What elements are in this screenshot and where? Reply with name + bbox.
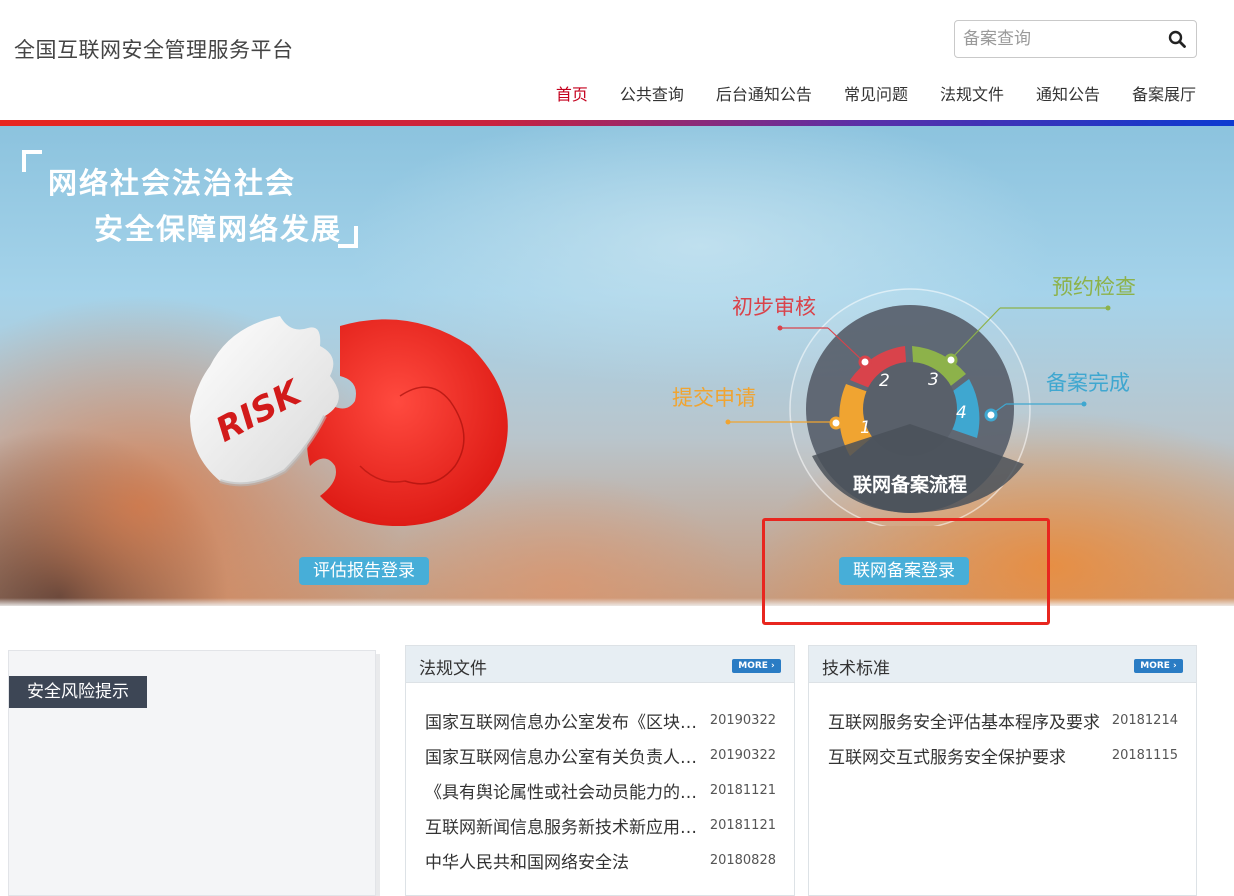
- more-label: MORE: [1140, 661, 1170, 671]
- step-num-1: 1: [860, 418, 871, 438]
- report-login-button[interactable]: 评估报告登录: [299, 557, 429, 585]
- list-item[interactable]: 互联网新闻信息服务新技术新应用安全评估管理规定 20181121: [425, 808, 776, 843]
- list-item-date: 20181115: [1111, 748, 1178, 763]
- banner-slogan: 网络社会法治社会 安全保障网络发展: [22, 146, 382, 256]
- list-item-title: 国家互联网信息办公室有关负责人就《区块链信息服务管理规定》答记者问: [425, 748, 702, 768]
- list-item-title: 互联网新闻信息服务新技术新应用安全评估管理规定: [425, 818, 702, 838]
- list-item-title: 中华人民共和国网络安全法: [425, 853, 629, 873]
- tech-standards-list: 互联网服务安全评估基本程序及要求 20181214 互联网交互式服务安全保护要求…: [828, 703, 1178, 773]
- main-nav: 首页 公共查询 后台通知公告 常见问题 法规文件 通知公告 备案展厅: [524, 81, 1196, 105]
- slogan-bracket-left: [22, 150, 42, 172]
- risk-panel-title[interactable]: 安全风险提示: [9, 676, 147, 708]
- list-item[interactable]: 《具有舆论属性或社会动员能力的互联网信息服务安全评估规定》 20181121: [425, 773, 776, 808]
- list-item[interactable]: 中华人民共和国网络安全法 20180828: [425, 843, 776, 878]
- step-label-inspection: 预约检查: [1052, 275, 1136, 299]
- list-item-title: 《具有舆论属性或社会动员能力的互联网信息服务安全评估规定》: [425, 783, 702, 803]
- list-item-date: 20181121: [709, 818, 776, 833]
- list-item[interactable]: 国家互联网信息办公室发布《区块链信息服务管理规定》 20190322: [425, 703, 776, 738]
- tech-standards-more-button[interactable]: MORE ›: [1134, 659, 1183, 673]
- tech-standards-panel-title: 技术标准: [822, 659, 890, 679]
- search-icon[interactable]: [1168, 30, 1186, 48]
- step-num-4: 4: [956, 403, 967, 423]
- site-title[interactable]: 全国互联网安全管理服务平台: [14, 34, 294, 64]
- nav-backend-notice[interactable]: 后台通知公告: [716, 81, 812, 105]
- risk-puzzle-illustration: RISK: [190, 316, 508, 526]
- list-item-title: 互联网服务安全评估基本程序及要求: [828, 713, 1100, 733]
- search-input[interactable]: [963, 27, 1163, 51]
- regulations-more-button[interactable]: MORE ›: [732, 659, 781, 673]
- list-item-date: 20180828: [709, 853, 776, 868]
- tech-standards-panel-header: 技术标准 MORE ›: [809, 646, 1196, 683]
- step-label-submit: 提交申请: [672, 386, 756, 410]
- site-header: 全国互联网安全管理服务平台 首页 公共查询 后台通知公告 常见问题 法规文件 通…: [0, 0, 1234, 120]
- regulations-list: 国家互联网信息办公室发布《区块链信息服务管理规定》 20190322 国家互联网…: [425, 703, 776, 878]
- regulations-panel-title: 法规文件: [419, 659, 487, 679]
- list-item-date: 20190322: [709, 748, 776, 763]
- nav-faq[interactable]: 常见问题: [844, 81, 908, 105]
- red-puzzle-piece: [307, 319, 508, 526]
- nav-filing-hall[interactable]: 备案展厅: [1132, 81, 1196, 105]
- list-item-date: 20190322: [709, 713, 776, 728]
- filing-process-diagram: 1 2 3 4 联网备案流程 提交申请 初步审核 预约检查 备案完成: [672, 275, 1136, 526]
- regulations-panel-header: 法规文件 MORE ›: [406, 646, 794, 683]
- highlight-annotation-box: [762, 518, 1050, 625]
- nav-regulations[interactable]: 法规文件: [940, 81, 1004, 105]
- slogan-line-2: 安全保障网络发展: [94, 212, 343, 246]
- step-label-complete: 备案完成: [1046, 371, 1130, 395]
- list-item[interactable]: 互联网服务安全评估基本程序及要求 20181214: [828, 703, 1178, 738]
- slogan-line-1: 网络社会法治社会: [48, 166, 297, 200]
- regulations-panel: 法规文件 MORE › 国家互联网信息办公室发布《区块链信息服务管理规定》 20…: [405, 645, 795, 896]
- nav-home[interactable]: 首页: [556, 81, 588, 105]
- search-box: [954, 20, 1197, 58]
- slogan-bracket-right: [338, 226, 358, 248]
- nav-notices[interactable]: 通知公告: [1036, 81, 1100, 105]
- list-item-title: 互联网交互式服务安全保护要求: [828, 748, 1066, 768]
- list-item-date: 20181121: [709, 783, 776, 798]
- list-item[interactable]: 互联网交互式服务安全保护要求 20181115: [828, 738, 1178, 773]
- list-item-title: 国家互联网信息办公室发布《区块链信息服务管理规定》: [425, 713, 702, 733]
- flow-center-title: 联网备案流程: [853, 473, 967, 496]
- list-item-date: 20181214: [1111, 713, 1178, 728]
- step-label-review: 初步审核: [732, 295, 816, 319]
- step-num-2: 2: [879, 371, 890, 391]
- more-label: MORE: [738, 661, 768, 671]
- list-item[interactable]: 国家互联网信息办公室有关负责人就《区块链信息服务管理规定》答记者问 201903…: [425, 738, 776, 773]
- tech-standards-panel: 技术标准 MORE › 互联网服务安全评估基本程序及要求 20181214 互联…: [808, 645, 1197, 896]
- nav-public-query[interactable]: 公共查询: [620, 81, 684, 105]
- step-num-3: 3: [928, 370, 939, 390]
